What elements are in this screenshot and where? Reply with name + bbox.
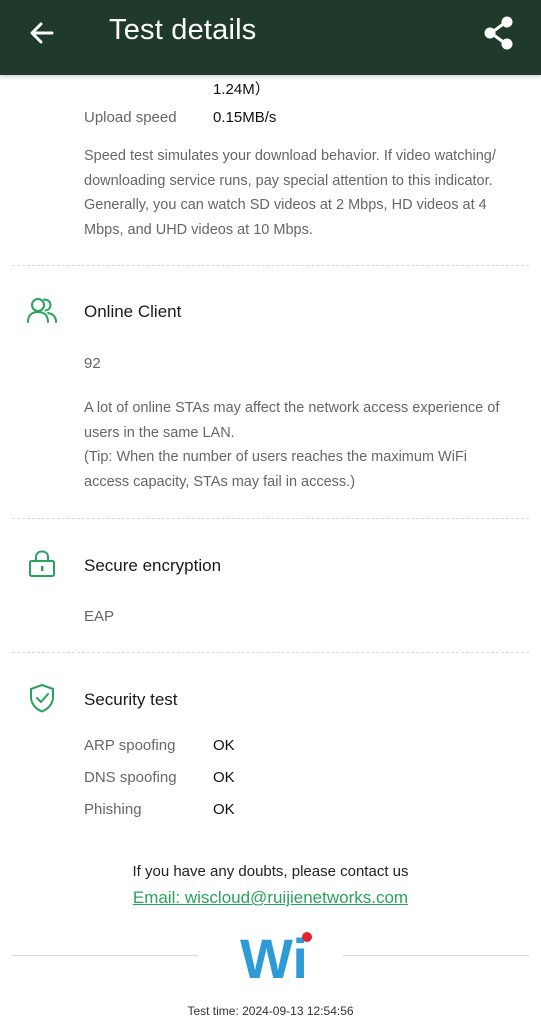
encryption-title: Secure encryption (84, 556, 222, 575)
security-row: DNS spoofing OK (84, 769, 235, 786)
security-row: ARP spoofing OK (84, 737, 235, 754)
upload-speed-label: Upload speed (84, 109, 177, 126)
online-client-value: 92 (84, 355, 101, 372)
security-test-title: Security test (84, 690, 178, 709)
online-client-description: A lot of online STAs may affect the netw… (84, 400, 500, 441)
security-row-label: ARP spoofing (84, 737, 176, 754)
online-client-title: Online Client (84, 302, 182, 321)
divider (12, 652, 529, 653)
wi-logo: Wi (228, 926, 318, 990)
encryption-value: EAP (84, 608, 115, 625)
security-row-label: DNS spoofing (84, 769, 177, 786)
divider (12, 265, 529, 266)
share-icon[interactable] (481, 14, 517, 52)
test-time: Test time: 2024-09-13 12:54:56 (187, 1004, 354, 1018)
contact-text: If you have any doubts, please contact u… (132, 863, 409, 880)
upload-speed-value: 0.15MB/s (213, 109, 277, 126)
divider (12, 518, 529, 519)
logo-letters: Wi (240, 927, 308, 986)
email-link[interactable]: Email: wiscloud@ruijienetworks.com (0, 888, 541, 908)
shield-check-icon (26, 682, 58, 714)
app-bar: Test details (0, 0, 541, 75)
security-row-value: OK (213, 737, 235, 754)
security-row-label: Phishing (84, 801, 142, 818)
footer-divider-left (12, 955, 198, 956)
test-details-screen: Test details 1.24M） Upload speed 0.15MB/s… (0, 0, 541, 1024)
page-title: Test details (109, 14, 257, 46)
upload-speed-row: Upload speed 0.15MB/s (84, 109, 276, 126)
arrow-left-icon[interactable] (26, 17, 58, 49)
online-client-tip: (Tip: When the number of users reaches t… (84, 449, 468, 490)
security-row-value: OK (213, 801, 235, 818)
download-speed-tail: 1.24M） (213, 81, 270, 98)
security-row: Phishing OK (84, 801, 235, 818)
speed-description: Speed test simulates your download behav… (84, 148, 496, 238)
lock-icon (26, 548, 58, 580)
footer-divider-right (343, 955, 529, 956)
security-row-value: OK (213, 769, 235, 786)
users-icon (26, 295, 58, 327)
